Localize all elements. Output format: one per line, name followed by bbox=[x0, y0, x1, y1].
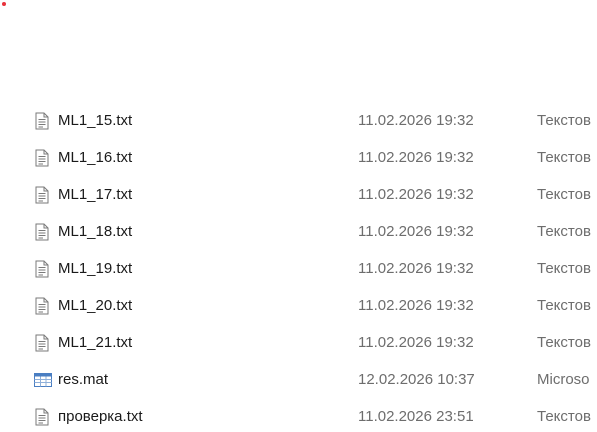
file-row[interactable]: проверка.txt 11.02.2026 23:51 Текстов bbox=[0, 398, 597, 432]
file-type: Текстов bbox=[537, 186, 591, 203]
file-modified-date: 11.02.2026 19:32 bbox=[358, 223, 474, 240]
text-file-icon bbox=[34, 297, 50, 315]
file-type: Текстов bbox=[537, 408, 591, 425]
text-file-icon bbox=[34, 408, 50, 426]
text-file-icon bbox=[34, 112, 50, 130]
file-name: ML1_19.txt bbox=[58, 260, 133, 277]
file-type: Текстов bbox=[537, 112, 591, 129]
text-file-icon bbox=[34, 260, 50, 278]
file-list: ML1_15.txt 11.02.2026 19:32 Текстов ML1_16.… bbox=[0, 110, 597, 432]
file-name: res.mat bbox=[58, 371, 109, 388]
file-name: ML1_21.txt bbox=[58, 334, 133, 351]
file-row[interactable]: ML1_21.txt 11.02.2026 19:32 Текстов bbox=[0, 324, 597, 361]
table-file-icon bbox=[34, 371, 52, 389]
file-modified-date: 11.02.2026 19:32 bbox=[358, 297, 474, 314]
text-file-icon bbox=[34, 149, 50, 167]
file-modified-date: 11.02.2026 19:32 bbox=[358, 112, 474, 129]
text-file-icon bbox=[34, 223, 50, 241]
file-type: Текстов bbox=[537, 223, 591, 240]
file-modified-date: 12.02.2026 10:37 bbox=[358, 371, 475, 388]
text-file-icon bbox=[34, 334, 50, 352]
file-name: ML1_18.txt bbox=[58, 223, 133, 240]
file-row[interactable]: ML1_19.txt 11.02.2026 19:32 Текстов bbox=[0, 250, 597, 287]
file-type: Текстов bbox=[537, 260, 591, 277]
file-type: Microso bbox=[537, 371, 590, 388]
file-type: Текстов bbox=[537, 149, 591, 166]
file-modified-date: 11.02.2026 19:32 bbox=[358, 149, 474, 166]
file-row[interactable]: ML1_17.txt 11.02.2026 19:32 Текстов bbox=[0, 176, 597, 213]
file-type: Текстов bbox=[537, 334, 591, 351]
status-dot bbox=[2, 2, 6, 6]
file-name: ML1_15.txt bbox=[58, 112, 133, 129]
file-name: ML1_16.txt bbox=[58, 149, 133, 166]
file-modified-date: 11.02.2026 23:51 bbox=[358, 408, 474, 425]
file-row[interactable]: res.mat 12.02.2026 10:37 Microso bbox=[0, 361, 597, 398]
file-type: Текстов bbox=[537, 297, 591, 314]
file-modified-date: 11.02.2026 19:32 bbox=[358, 334, 474, 351]
file-row[interactable]: ML1_20.txt 11.02.2026 19:32 Текстов bbox=[0, 287, 597, 324]
file-name: ML1_20.txt bbox=[58, 297, 133, 314]
file-modified-date: 11.02.2026 19:32 bbox=[358, 260, 474, 277]
file-row[interactable]: ML1_16.txt 11.02.2026 19:32 Текстов bbox=[0, 139, 597, 176]
file-name: проверка.txt bbox=[58, 408, 143, 425]
file-row[interactable]: ML1_15.txt 11.02.2026 19:32 Текстов bbox=[0, 110, 597, 139]
file-modified-date: 11.02.2026 19:32 bbox=[358, 186, 474, 203]
file-row[interactable]: ML1_18.txt 11.02.2026 19:32 Текстов bbox=[0, 213, 597, 250]
text-file-icon bbox=[34, 186, 50, 204]
file-name: ML1_17.txt bbox=[58, 186, 133, 203]
